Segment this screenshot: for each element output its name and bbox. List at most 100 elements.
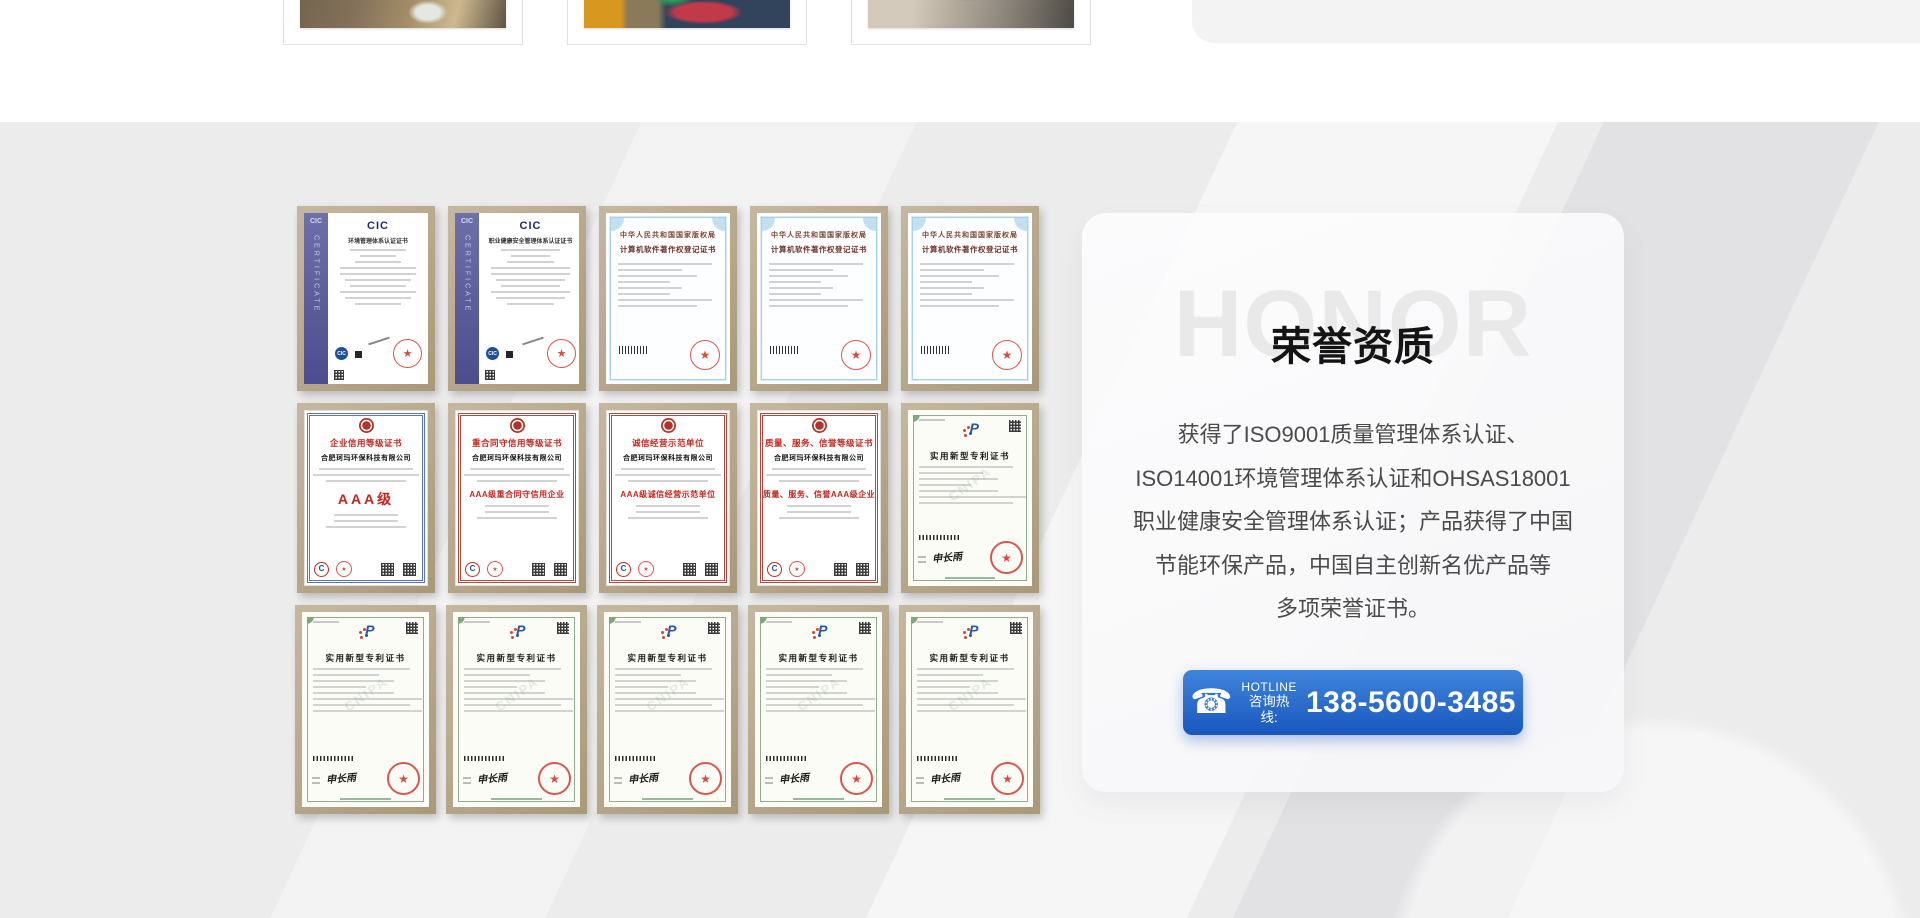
director-signature: 申长雨 [929,769,960,787]
cert-footer: CIC [485,344,578,368]
red-star-seal-icon [336,561,352,577]
cic-logo: CIC [485,220,576,232]
signature-label [614,777,622,784]
qr-code-icon [381,563,394,576]
cert-paper: 诚信经营示范单位 合肥珂玛环保科技有限公司 AAA级诚信经营示范单位 [606,410,730,586]
certificate-enterprise-credit[interactable]: 企业信用等级证书 合肥珂玛环保科技有限公司 AAA级 [297,403,435,593]
footer-line [793,798,844,800]
honor-card: HONOR 荣誉资质 获得了ISO9001质量管理体系认证、 ISO14001环… [1082,213,1624,792]
barcode-icon [615,756,657,761]
cert-header [908,419,1032,449]
barcode-icon [921,346,949,354]
red-star-seal-icon [992,340,1022,370]
top-right-panel [1192,0,1920,43]
red-star-seal-icon [638,561,654,577]
registration-mark-icon [504,349,515,360]
cert-paper: CNIPA 实用新型专利证书 申长雨 [755,612,882,807]
footer-line [340,798,391,800]
certificate-utility-patent-2[interactable]: CNIPA 实用新型专利证书 申长雨 [295,605,436,814]
credit-logo-icon [465,562,480,577]
cert-footer [465,562,569,577]
qr-code-icon [683,563,696,576]
cert-title: 实用新型专利证书 [302,652,429,664]
certificate-vertical-label: CERTIFICATE [464,235,471,313]
cert-paper: CNIPA 实用新型专利证书 申长雨 [604,612,731,807]
company-name: 合肥珂玛环保科技有限公司 [757,453,881,463]
credit-logo-icon [314,562,329,577]
credit-grade: AAA级诚信经营示范单位 [606,489,730,500]
qr-code-icon [834,563,847,576]
gallery-card-2[interactable] [567,0,807,45]
qr-code-icon [334,370,344,380]
signature-label [463,777,471,784]
certificate-side-band: CIC CERTIFICATE [455,213,479,384]
certificate-integrity-unit[interactable]: 诚信经营示范单位 合肥珂玛环保科技有限公司 AAA级诚信经营示范单位 [599,403,737,593]
certificate-contract-credit[interactable]: 重合同守信用等级证书 合肥珂玛环保科技有限公司 AAA级重合同守信用企业 [448,403,586,593]
cnipa-logo-icon [508,624,526,640]
barcode-icon [766,756,808,761]
description-line: 获得了ISO9001质量管理体系认证、 [1102,413,1604,457]
certificate-utility-patent-4[interactable]: CNIPA 实用新型专利证书 申长雨 [597,605,738,814]
national-emblem-seal-icon [538,762,571,795]
credit-emblem-icon [661,418,676,433]
company-name: 合肥珂玛环保科技有限公司 [455,453,579,463]
cert-footer [767,562,871,577]
certificate-utility-patent-1[interactable]: CNIPA 实用新型专利证书 申长雨 [901,403,1039,593]
credit-grade: 质量、服务、信誉AAA级企业 [757,489,881,500]
cert-title: 诚信经营示范单位 [606,437,730,449]
certificate-utility-patent-3[interactable]: CNIPA 实用新型专利证书 申长雨 [446,605,587,814]
certificate-cic-environment[interactable]: CIC CERTIFICATE CIC 环境管理体系认证证书 CIC [297,206,435,391]
qr-code-icon [705,563,718,576]
director-signature: 申长雨 [476,769,507,787]
cnipa-watermark: CNIPA [945,674,994,715]
cert-header [604,621,731,651]
certificate-side-band: CIC CERTIFICATE [304,213,328,384]
cert-footer [314,562,418,577]
signature-label [918,556,926,563]
signature-label [765,777,773,784]
certificate-software-copyright-1[interactable]: 中华人民共和国国家版权局 计算机软件著作权登记证书 [599,206,737,391]
cert-number-line [313,621,339,623]
footer-line [945,577,995,579]
credit-logo-icon [767,562,782,577]
certificate-software-copyright-2[interactable]: 中华人民共和国国家版权局 计算机软件著作权登记证书 [750,206,888,391]
certificate-utility-patent-6[interactable]: CNIPA 实用新型专利证书 申长雨 [899,605,1040,814]
hotline-button[interactable]: ☎ HOTLINE 咨询热线: 138-5600-3485 [1183,670,1523,735]
gallery-card-3[interactable] [851,0,1091,45]
cnipa-logo-icon [961,422,979,438]
qr-code-icon [554,563,567,576]
qr-code-icon [1009,420,1021,432]
signature-line [368,337,390,346]
certificate-utility-patent-5[interactable]: CNIPA 实用新型专利证书 申长雨 [748,605,889,814]
cert-row-2: 企业信用等级证书 合肥珂玛环保科技有限公司 AAA级 重合同守信用等级证书 合肥… [297,403,1039,593]
footer-line [642,798,693,800]
cert-paper: CNIPA 实用新型专利证书 申长雨 [908,410,1032,586]
certificate-software-copyright-3[interactable]: 中华人民共和国国家版权局 计算机软件著作权登记证书 [901,206,1039,391]
qr-code-icon [856,563,869,576]
barcode-icon [919,535,961,540]
cert-paper: 质量、服务、信誉等级证书 合肥珂玛环保科技有限公司 质量、服务、信誉AAA级企业 [757,410,881,586]
cert-title: 实用新型专利证书 [908,450,1032,462]
red-star-seal-icon [393,339,422,368]
barcode-icon [313,756,355,761]
red-star-seal-icon [841,340,871,370]
credit-grade: AAA级重合同守信用企业 [455,489,579,500]
cert-paper: CNIPA 实用新型专利证书 申长雨 [906,612,1033,807]
red-star-seal-icon [789,561,805,577]
cnipa-logo-icon [961,624,979,640]
certificate-cic-ohs[interactable]: CIC CERTIFICATE CIC 职业健康安全管理体系认证证书 CIC [448,206,586,391]
barcode-icon [770,346,798,354]
cert-title: 实用新型专利证书 [453,652,580,664]
certificate-quality-service-credit[interactable]: 质量、服务、信誉等级证书 合肥珂玛环保科技有限公司 质量、服务、信誉AAA级企业 [750,403,888,593]
cert-paper: 中华人民共和国国家版权局 计算机软件著作权登记证书 [757,213,881,384]
cert-body: CIC 环境管理体系认证证书 CIC [328,213,428,384]
barcode-icon [917,756,959,761]
cert-paper: 重合同守信用等级证书 合肥珂玛环保科技有限公司 AAA级重合同守信用企业 [455,410,579,586]
gallery-card-1[interactable] [283,0,523,45]
cic-logo: CIC [334,220,422,232]
description-line: 职业健康安全管理体系认证；产品获得了中国 [1102,500,1604,544]
cnipa-logo-icon [810,624,828,640]
qr-code-icon [532,563,545,576]
qr-code-icon [557,622,569,634]
cert-title: 实用新型专利证书 [755,652,882,664]
